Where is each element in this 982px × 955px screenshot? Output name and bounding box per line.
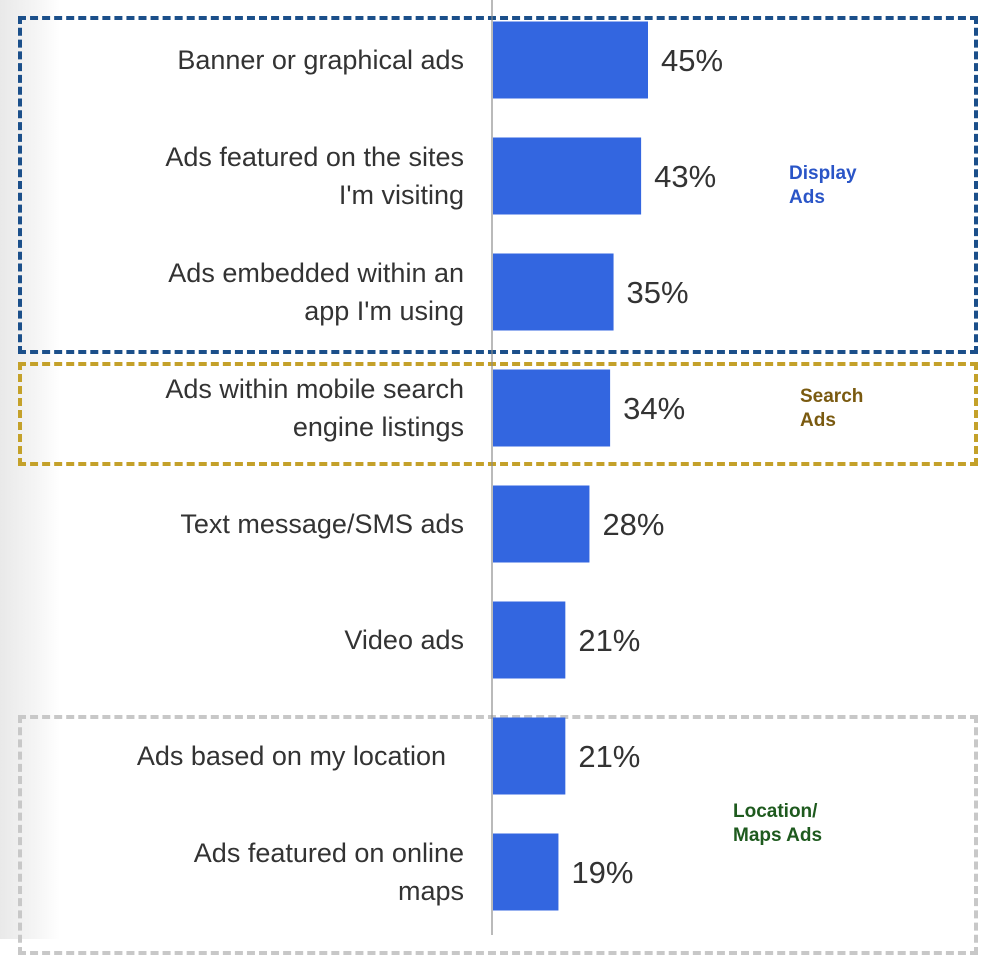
category-label-2-line-1: app I'm using (304, 296, 464, 326)
plot-area: 45% Banner or graphical ads 43% Ads feature… (137, 0, 723, 935)
category-label-7-line-0: Ads featured on online (194, 838, 464, 868)
category-label-2-line-0: Ads embedded within an (168, 258, 464, 288)
value-label-7: 19% (571, 855, 633, 890)
value-label-3: 34% (623, 391, 685, 426)
bar-2 (493, 253, 614, 331)
category-label-6: Ads based on my location (137, 741, 446, 771)
category-label-0: Banner or graphical ads (177, 45, 464, 75)
bar-3 (493, 369, 611, 447)
bar-0 (493, 21, 648, 99)
category-label-3-line-0: Ads within mobile search (165, 374, 464, 404)
category-label-7-line-1: maps (398, 876, 464, 906)
bar-1 (493, 137, 642, 215)
category-label-5: Video ads (344, 625, 464, 655)
value-label-2: 35% (627, 275, 689, 310)
category-label-1-line-1: I'm visiting (339, 180, 464, 210)
value-label-1: 43% (654, 159, 716, 194)
bars-group: 45% Banner or graphical ads 43% Ads feature… (137, 21, 723, 911)
bar-5 (493, 601, 566, 679)
category-label-4: Text message/SMS ads (180, 509, 464, 539)
bar-4 (493, 485, 590, 563)
bar-6 (493, 717, 566, 795)
value-label-6: 21% (578, 739, 640, 774)
bar-7 (493, 833, 559, 911)
value-label-4: 28% (602, 507, 664, 542)
value-label-5: 21% (578, 623, 640, 658)
chart: Display Ads Search Ads Location/ Maps Ad… (0, 0, 982, 955)
category-label-1-line-0: Ads featured on the sites (165, 142, 464, 172)
value-label-0: 45% (661, 43, 723, 78)
category-label-3-line-1: engine listings (293, 412, 464, 442)
